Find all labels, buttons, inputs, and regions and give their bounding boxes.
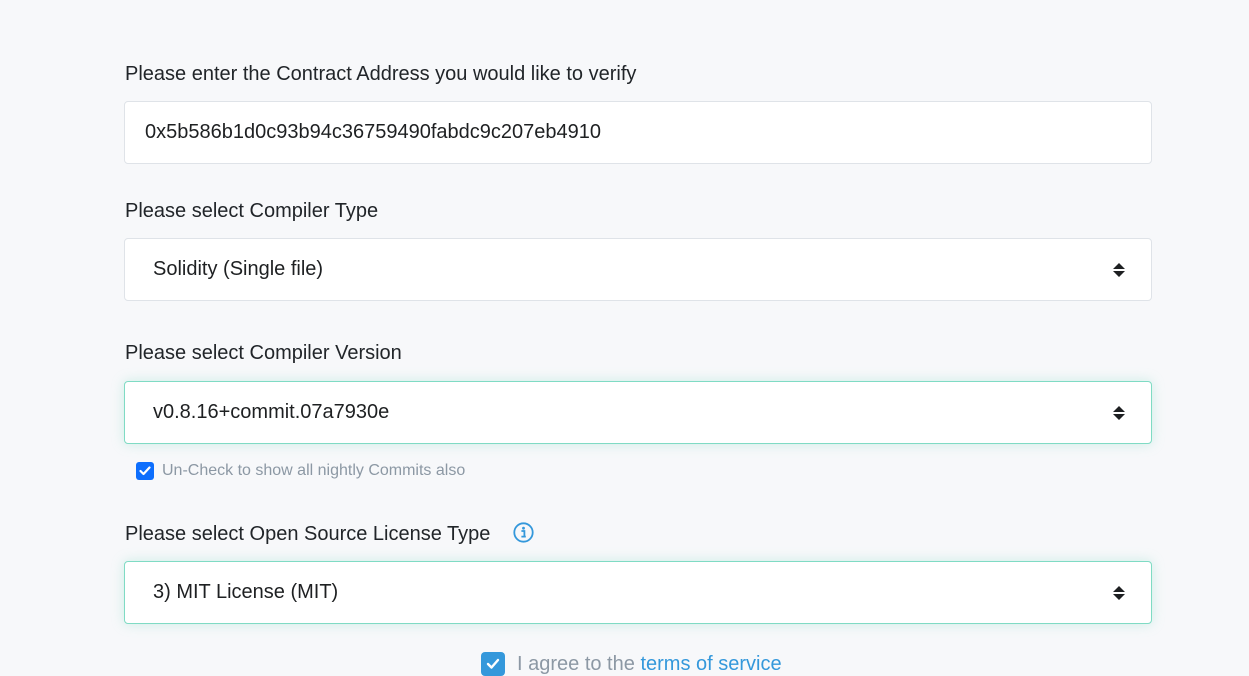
terms-agreement: I agree to the terms of service — [481, 652, 782, 676]
contract-address-input[interactable]: 0x5b586b1d0c93b94c36759490fabdc9c207eb49… — [124, 101, 1152, 164]
compiler-type-select[interactable]: Solidity (Single file) — [124, 238, 1152, 301]
license-type-label: Please select Open Source License Type — [125, 522, 490, 546]
nightly-commits-checkbox[interactable] — [136, 462, 154, 480]
nightly-commits-option: Un-Check to show all nightly Commits als… — [136, 460, 465, 482]
select-sort-icon — [1113, 406, 1125, 420]
license-type-select[interactable]: 3) MIT License (MIT) — [124, 561, 1152, 624]
compiler-version-selected: v0.8.16+commit.07a7930e — [153, 401, 390, 423]
terms-agree-checkbox[interactable] — [481, 652, 505, 676]
checkmark-icon — [139, 466, 151, 476]
license-type-label-text: Please select Open Source License Type — [125, 523, 491, 545]
info-circle-icon[interactable] — [513, 522, 534, 543]
terms-of-service-link[interactable]: terms of service — [640, 653, 781, 675]
compiler-type-label: Please select Compiler Type — [125, 200, 379, 222]
contract-address-label: Please enter the Contract Address you wo… — [125, 63, 637, 85]
select-sort-icon — [1113, 586, 1125, 600]
contract-address-value: 0x5b586b1d0c93b94c36759490fabdc9c207eb49… — [145, 121, 601, 143]
compiler-version-label: Please select Compiler Version — [125, 342, 402, 364]
select-sort-icon — [1113, 263, 1125, 277]
terms-agree-prefix: I agree to the — [517, 652, 635, 675]
license-type-selected: 3) MIT License (MIT) — [153, 581, 339, 603]
terms-agree-label: I agree to the terms of service — [517, 653, 782, 676]
checkmark-icon — [486, 658, 500, 669]
compiler-version-select[interactable]: v0.8.16+commit.07a7930e — [124, 381, 1152, 444]
nightly-commits-label: Un-Check to show all nightly Commits als… — [162, 462, 466, 479]
compiler-type-selected: Solidity (Single file) — [153, 258, 324, 280]
